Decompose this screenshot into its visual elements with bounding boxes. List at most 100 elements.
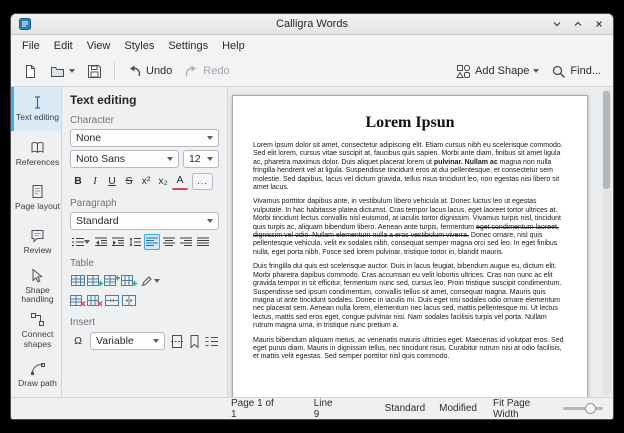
style-indicator[interactable]: Standard bbox=[385, 403, 426, 414]
document-paragraph[interactable]: Duis fringilla dui quis est scelerisque … bbox=[253, 263, 567, 330]
variable-value: Variable bbox=[96, 335, 134, 347]
align-center-button[interactable] bbox=[161, 234, 177, 250]
maximize-button[interactable] bbox=[572, 18, 584, 30]
insert-row-above-icon bbox=[87, 275, 103, 287]
bold-button[interactable]: B bbox=[70, 173, 86, 189]
superscript-button[interactable]: x² bbox=[138, 173, 154, 189]
chevron-down-icon bbox=[153, 339, 159, 343]
sidebar-item-shape-handling[interactable]: Shape handling bbox=[11, 264, 61, 308]
page-break-button[interactable] bbox=[169, 333, 185, 349]
font-size-combo[interactable]: 12 bbox=[183, 150, 219, 168]
document-paragraph[interactable]: Lorem ipsum dolor sit amet, consectetur … bbox=[253, 142, 567, 192]
indent-increase-button[interactable] bbox=[110, 234, 126, 250]
draw-path-icon bbox=[30, 361, 45, 376]
minimize-button[interactable] bbox=[551, 18, 563, 30]
chevron-down-icon bbox=[84, 240, 90, 244]
insert-column-left-button[interactable] bbox=[121, 273, 137, 289]
document-body[interactable]: Lorem ipsum dolor sit amet, consectetur … bbox=[253, 142, 567, 362]
paragraph-style-combo[interactable]: Standard bbox=[70, 212, 219, 230]
menubar: File Edit View Styles Settings Help bbox=[11, 35, 613, 56]
menu-item-edit[interactable]: Edit bbox=[47, 38, 80, 54]
statusbar: Page 1 of 1 Line 9 Standard Modified Fit… bbox=[11, 397, 613, 419]
window-title: Calligra Words bbox=[11, 18, 613, 30]
window-titlebar[interactable]: Calligra Words bbox=[11, 14, 613, 35]
toolbar-separator bbox=[114, 62, 115, 80]
menu-item-styles[interactable]: Styles bbox=[117, 38, 161, 54]
sidebar-item-review[interactable]: Review bbox=[11, 220, 61, 264]
sidebar-item-label: Text editing bbox=[16, 113, 59, 123]
align-right-icon bbox=[180, 237, 192, 247]
line-indicator[interactable]: Line 9 bbox=[314, 398, 339, 420]
align-left-button[interactable] bbox=[144, 234, 160, 250]
save-button[interactable] bbox=[82, 61, 107, 82]
close-button[interactable] bbox=[593, 18, 605, 30]
variable-combo[interactable]: Variable bbox=[90, 332, 165, 350]
font-color-button[interactable]: A bbox=[172, 172, 188, 190]
table-border-pen-button[interactable] bbox=[138, 273, 162, 289]
line-spacing-icon bbox=[129, 237, 141, 247]
insert-row-above-button[interactable] bbox=[87, 273, 103, 289]
subscript-button[interactable]: x₂ bbox=[155, 173, 171, 189]
chevron-down-icon bbox=[207, 136, 213, 140]
insert-row-below-button[interactable] bbox=[104, 273, 120, 289]
chevron-down-icon bbox=[69, 69, 75, 73]
align-right-button[interactable] bbox=[178, 234, 194, 250]
special-character-button[interactable]: Ω bbox=[70, 333, 86, 349]
paragraph-style-value: Standard bbox=[76, 215, 119, 227]
sidebar-item-connect-shapes[interactable]: Connect shapes bbox=[11, 308, 61, 352]
bookmark-button[interactable] bbox=[186, 333, 202, 349]
new-document-button[interactable] bbox=[18, 61, 43, 82]
add-shape-button[interactable]: Add Shape bbox=[451, 61, 544, 82]
more-character-options-button[interactable]: ... bbox=[192, 173, 213, 190]
strikethrough-button[interactable]: S bbox=[121, 173, 137, 189]
line-spacing-button[interactable] bbox=[127, 234, 143, 250]
sidebar-item-label: Review bbox=[24, 246, 52, 256]
indent-decrease-button[interactable] bbox=[93, 234, 109, 250]
page-indicator[interactable]: Page 1 of 1 bbox=[231, 398, 278, 420]
character-style-combo[interactable]: None bbox=[70, 129, 219, 147]
merge-cells-button[interactable] bbox=[104, 293, 120, 309]
menu-item-view[interactable]: View bbox=[80, 38, 118, 54]
menu-item-file[interactable]: File bbox=[15, 38, 47, 54]
open-document-button[interactable] bbox=[45, 61, 80, 82]
zoom-slider[interactable] bbox=[563, 407, 603, 410]
text-run-normal: Mauris bibendum aliquam metus, ac venena… bbox=[253, 337, 564, 361]
document-paragraph[interactable]: Mauris bibendum aliquam metus, ac venena… bbox=[253, 337, 567, 362]
sidebar-item-references[interactable]: References bbox=[11, 131, 61, 175]
scrollbar-thumb[interactable] bbox=[603, 91, 610, 189]
italic-button[interactable]: I bbox=[87, 173, 103, 189]
align-justify-icon bbox=[197, 237, 209, 247]
split-cells-button[interactable] bbox=[121, 293, 137, 309]
sidebar-item-page-layout[interactable]: Page layout bbox=[11, 176, 61, 220]
document-canvas[interactable]: Lorem Ipsun Lorem ipsum dolor sit amet, … bbox=[228, 87, 613, 397]
toc-icon bbox=[205, 336, 218, 347]
font-family-combo[interactable]: Noto Sans bbox=[70, 150, 179, 168]
align-justify-button[interactable] bbox=[195, 234, 211, 250]
shape-handling-icon bbox=[30, 268, 45, 283]
menu-item-help[interactable]: Help bbox=[215, 38, 252, 54]
connect-shapes-icon bbox=[30, 312, 45, 327]
zoom-mode-selector[interactable]: Fit Page Width bbox=[493, 398, 553, 420]
pencil-icon bbox=[141, 275, 154, 287]
vertical-scrollbar[interactable] bbox=[602, 89, 611, 395]
find-button[interactable]: Find... bbox=[546, 61, 606, 82]
zoom-slider-knob[interactable] bbox=[585, 403, 596, 414]
list-style-button[interactable] bbox=[70, 234, 92, 250]
sidebar-item-draw-path[interactable]: Draw path bbox=[11, 353, 61, 397]
redo-button[interactable]: Redo bbox=[179, 61, 234, 81]
document-paragraph[interactable]: Vivamus porttitor dapibus ante, in vesti… bbox=[253, 198, 567, 257]
sidebar-item-label: Connect shapes bbox=[15, 330, 60, 349]
redo-label: Redo bbox=[203, 65, 229, 77]
document-page[interactable]: Lorem Ipsun Lorem ipsum dolor sit amet, … bbox=[232, 95, 588, 397]
menu-item-settings[interactable]: Settings bbox=[161, 38, 215, 54]
underline-button[interactable]: U bbox=[104, 173, 120, 189]
character-style-value: None bbox=[76, 132, 101, 144]
delete-column-button[interactable] bbox=[87, 293, 103, 309]
document-title[interactable]: Lorem Ipsun bbox=[253, 114, 567, 132]
delete-row-button[interactable] bbox=[70, 293, 86, 309]
sidebar-item-text-editing[interactable]: Text editing bbox=[11, 87, 61, 131]
undo-button[interactable]: Undo bbox=[122, 61, 177, 81]
tool-sidebar: Text editing References Page layout Revi… bbox=[11, 87, 62, 397]
toc-button[interactable] bbox=[203, 333, 219, 349]
insert-table-button[interactable] bbox=[70, 273, 86, 289]
